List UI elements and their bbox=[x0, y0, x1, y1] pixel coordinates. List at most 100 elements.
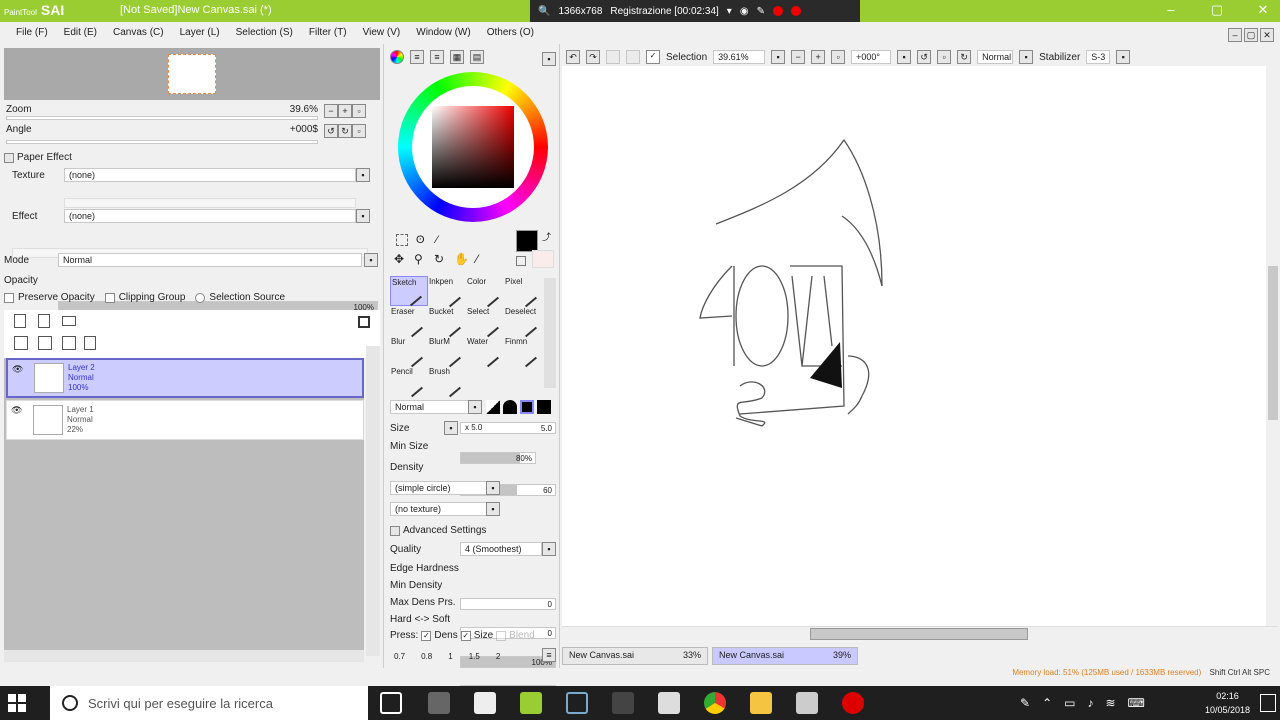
brush-blend-select[interactable]: Normal bbox=[390, 400, 470, 414]
collapse-icon[interactable] bbox=[390, 525, 400, 536]
press-density-checkbox[interactable]: ✓ bbox=[421, 630, 432, 641]
brush-blurm[interactable]: BlurM bbox=[428, 336, 466, 368]
secondary-color-swatch[interactable] bbox=[532, 250, 554, 268]
document-tab[interactable]: New Canvas.sai 39% bbox=[712, 647, 858, 665]
brush-grid-scrollbar[interactable] bbox=[544, 278, 556, 388]
undo-icon[interactable]: ↶ bbox=[566, 50, 580, 64]
taskbar-app-icon[interactable] bbox=[428, 692, 450, 714]
recorder-taskbar-icon[interactable] bbox=[842, 692, 864, 714]
rect-select-icon[interactable] bbox=[396, 234, 408, 246]
preserve-opacity-checkbox[interactable] bbox=[4, 292, 14, 303]
merge-down-icon[interactable] bbox=[38, 336, 52, 350]
magic-wand-icon[interactable]: ⁄ bbox=[436, 234, 438, 246]
file-explorer-icon[interactable] bbox=[750, 692, 772, 714]
rgb-slider-tab-icon[interactable]: ≡ bbox=[410, 50, 424, 64]
zoom-dropdown-icon[interactable]: ▪ bbox=[771, 50, 786, 64]
brush-shape-dropdown-button[interactable]: ▪ bbox=[486, 481, 500, 495]
windows-start-icon[interactable] bbox=[8, 694, 26, 712]
zoom-out-button[interactable]: − bbox=[324, 104, 338, 118]
brush-texture-select[interactable]: (no texture) bbox=[390, 502, 490, 516]
zoom-slider[interactable] bbox=[6, 116, 318, 120]
menu-others[interactable]: Others (O) bbox=[479, 22, 542, 44]
camera-icon[interactable]: ◉ bbox=[740, 6, 749, 17]
layer-item[interactable]: 👁 Layer 2 Normal 100% bbox=[6, 358, 364, 398]
texture-dropdown-button[interactable]: ▪ bbox=[356, 168, 370, 182]
eyedropper-icon[interactable]: ⁄ bbox=[476, 252, 478, 266]
layer-panel-menu-icon[interactable] bbox=[358, 316, 370, 328]
brush-select[interactable]: Select bbox=[466, 306, 504, 338]
angle-field[interactable]: +000° bbox=[851, 50, 892, 64]
shape-round-icon[interactable] bbox=[503, 400, 517, 414]
taskbar-app-icon[interactable] bbox=[612, 692, 634, 714]
menu-file[interactable]: File (F) bbox=[8, 22, 56, 44]
brush-sketch[interactable]: Sketch bbox=[390, 276, 428, 307]
clear-layer-icon[interactable] bbox=[62, 336, 76, 350]
rotate-reset-toolbar-icon[interactable]: ▫ bbox=[937, 50, 952, 64]
network-icon[interactable]: ▭ bbox=[1064, 696, 1075, 710]
effect-select[interactable]: (none) bbox=[64, 209, 356, 223]
taskbar-search-box[interactable]: Scrivi qui per eseguire la ricerca bbox=[50, 686, 368, 720]
rotate-cw-icon[interactable]: ↻ bbox=[957, 50, 972, 64]
min-size-slider[interactable]: 80% bbox=[460, 452, 536, 464]
brush-brush[interactable]: Brush bbox=[428, 366, 466, 398]
canvas-blend-field[interactable]: Normal bbox=[977, 50, 1014, 64]
brush-texture-dropdown-button[interactable]: ▪ bbox=[486, 502, 500, 516]
horizontal-scroll-thumb[interactable] bbox=[810, 628, 1028, 640]
zoom-reset-toolbar-icon[interactable]: ▫ bbox=[831, 50, 846, 64]
record-button[interactable] bbox=[790, 6, 801, 16]
brush-deselect[interactable]: Deselect bbox=[504, 306, 542, 338]
zoom-out-toolbar-icon[interactable]: − bbox=[791, 50, 806, 64]
canvas-blend-dropdown-icon[interactable]: ▪ bbox=[1019, 50, 1034, 64]
minimize-button[interactable]: – bbox=[1160, 2, 1182, 20]
taskbar-clock[interactable]: 02:16 10/05/2018 bbox=[1205, 689, 1250, 717]
chrome-icon[interactable] bbox=[704, 692, 726, 714]
size-preset[interactable]: 1.5 bbox=[469, 652, 480, 661]
saturation-value-square[interactable] bbox=[432, 106, 514, 188]
size-preset[interactable]: 0.7 bbox=[394, 652, 405, 661]
mdi-minimize-icon[interactable]: – bbox=[1228, 28, 1242, 42]
menu-edit[interactable]: Edit (E) bbox=[56, 22, 105, 44]
rotate-right-button[interactable]: ↻ bbox=[338, 124, 352, 138]
taskbar-app-icon[interactable] bbox=[474, 692, 496, 714]
edge-hardness-slider[interactable]: 0 bbox=[460, 598, 556, 610]
close-button[interactable]: ✕ bbox=[1252, 2, 1274, 20]
zoom-reset-button[interactable]: ▫ bbox=[352, 104, 366, 118]
volume-icon[interactable]: ♪ bbox=[1087, 696, 1093, 710]
scratchpad-tab-icon[interactable]: ▤ bbox=[470, 50, 484, 64]
brush-shape-select[interactable]: (simple circle) bbox=[390, 481, 490, 495]
size-preset[interactable]: 2 bbox=[496, 652, 500, 661]
quality-select[interactable]: 4 (Smoothest) bbox=[460, 542, 542, 556]
menu-layer[interactable]: Layer (L) bbox=[172, 22, 228, 44]
brush-bucket[interactable]: Bucket bbox=[428, 306, 466, 338]
rotate-reset-button[interactable]: ▫ bbox=[352, 124, 366, 138]
copy-layer-icon[interactable] bbox=[14, 336, 28, 350]
task-view-icon[interactable] bbox=[380, 692, 402, 714]
brush-color[interactable]: Color bbox=[466, 276, 504, 308]
primary-color-swatch[interactable] bbox=[516, 230, 538, 252]
paint-tool-sai-taskbar-icon[interactable] bbox=[520, 692, 542, 714]
record-stop-button[interactable] bbox=[772, 6, 783, 16]
brush-blend-dropdown-button[interactable]: ▪ bbox=[468, 400, 482, 414]
stabilizer-dropdown-icon[interactable]: ▪ bbox=[1116, 50, 1131, 64]
brush-blur[interactable]: Blur bbox=[390, 336, 428, 368]
drawing-canvas[interactable] bbox=[562, 66, 1278, 626]
mdi-close-icon[interactable]: ✕ bbox=[1260, 28, 1274, 42]
shape-triangle-icon[interactable] bbox=[486, 400, 500, 414]
horizontal-scrollbar[interactable] bbox=[562, 626, 1278, 640]
language-icon[interactable]: ⌨ bbox=[1128, 696, 1145, 710]
tray-expand-icon[interactable]: ⌃ bbox=[1042, 696, 1052, 710]
shape-flat-icon[interactable] bbox=[520, 400, 534, 414]
menu-canvas[interactable]: Canvas (C) bbox=[105, 22, 172, 44]
eye-icon[interactable]: 👁 bbox=[11, 405, 22, 416]
zoom-in-button[interactable]: + bbox=[338, 104, 352, 118]
new-folder-icon[interactable] bbox=[62, 316, 76, 326]
texture-select[interactable]: (none) bbox=[64, 168, 356, 182]
collapse-icon[interactable] bbox=[4, 152, 14, 163]
menu-window[interactable]: Window (W) bbox=[408, 22, 478, 44]
rotate-ccw-icon[interactable]: ↺ bbox=[917, 50, 932, 64]
stabilizer-field[interactable]: S-3 bbox=[1086, 50, 1111, 64]
layer-hscrollbar[interactable] bbox=[4, 650, 364, 662]
transparent-color-icon[interactable] bbox=[516, 256, 526, 266]
selection-checkbox[interactable]: ✓ bbox=[646, 50, 660, 64]
size-lock-icon[interactable]: ▪ bbox=[444, 421, 458, 435]
